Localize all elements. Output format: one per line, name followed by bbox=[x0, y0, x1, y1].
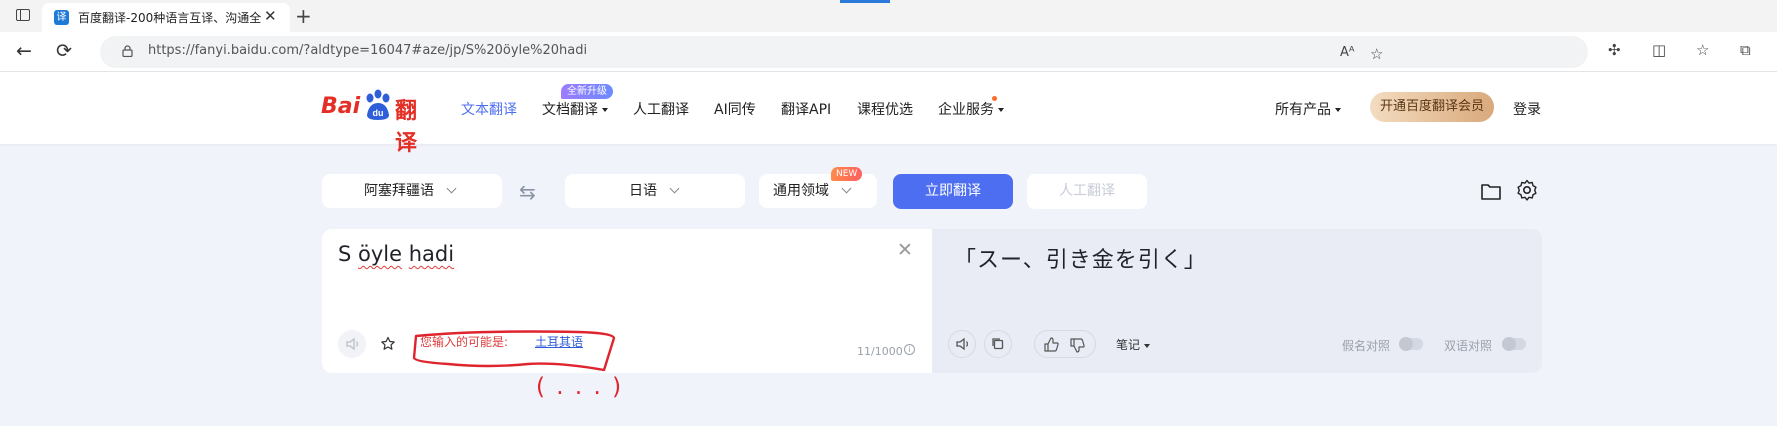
copy-icon bbox=[992, 338, 1004, 350]
nav-doc-translate[interactable]: 文档翻译 bbox=[542, 99, 608, 119]
thumbs-up-icon[interactable] bbox=[1043, 336, 1060, 353]
source-speaker-button[interactable] bbox=[338, 330, 366, 358]
tab-title: 百度翻译-200种语言互译、沟通全 bbox=[78, 11, 262, 25]
star-icon[interactable] bbox=[380, 336, 396, 352]
address-bar-row: ← ⟳ https://fanyi.baidu.com/?aldtype=160… bbox=[0, 32, 1777, 72]
nav-doc-translate-label: 文档翻译 bbox=[542, 102, 598, 118]
caret-down-icon bbox=[998, 108, 1004, 112]
nav-text-translate[interactable]: 文本翻译 bbox=[461, 99, 517, 119]
char-count: 11/1000 bbox=[857, 345, 903, 358]
chevron-down-icon bbox=[446, 183, 457, 194]
human-translate-button[interactable]: 人工翻译 bbox=[1027, 174, 1147, 209]
all-products-label: 所有产品 bbox=[1275, 102, 1331, 118]
speaker-icon bbox=[956, 337, 969, 351]
nav-enterprise-label: 企业服务 bbox=[938, 102, 994, 118]
source-text-input[interactable]: S öyle hadi bbox=[338, 242, 454, 266]
target-language-value: 日语 bbox=[629, 183, 657, 199]
target-speaker-button[interactable] bbox=[948, 330, 976, 358]
source-word: S bbox=[338, 242, 352, 266]
back-icon[interactable]: ← bbox=[16, 40, 32, 62]
red-annotation-drawing bbox=[412, 330, 616, 372]
nav-ai-interpret[interactable]: AI同传 bbox=[714, 99, 756, 119]
domain-value: 通用领域 bbox=[773, 183, 829, 199]
chevron-down-icon bbox=[669, 183, 680, 194]
address-bar[interactable]: https://fanyi.baidu.com/?aldtype=16047#a… bbox=[100, 36, 1588, 68]
favorite-add-icon[interactable]: ☆ bbox=[1370, 45, 1383, 63]
translation-output: 「スー、引き金を引く」 bbox=[954, 248, 1207, 273]
caret-down-icon bbox=[1335, 108, 1341, 112]
tab-actions-icon[interactable] bbox=[16, 9, 30, 21]
browser-tab[interactable]: 译 百度翻译-200种语言互译、沟通全 ✕ bbox=[42, 3, 290, 32]
logo-bai-text: Bai bbox=[321, 94, 361, 119]
source-language-select[interactable]: 阿塞拜疆语 bbox=[322, 174, 502, 208]
site-header: Bai du 翻译 文本翻译 全新升级 文档翻译 人工翻译 AI同传 翻译API… bbox=[0, 72, 1777, 156]
clear-input-icon[interactable]: ✕ bbox=[897, 239, 913, 261]
feedback-group bbox=[1034, 330, 1096, 358]
kana-toggle-label: 假名对照 bbox=[1342, 339, 1391, 353]
translate-now-button[interactable]: 立即翻译 bbox=[893, 174, 1013, 209]
chevron-down-icon bbox=[841, 183, 852, 194]
kana-toggle[interactable] bbox=[1399, 337, 1423, 351]
nav-enterprise[interactable]: 企业服务 bbox=[938, 99, 1004, 119]
caret-down-icon bbox=[1144, 343, 1151, 348]
split-screen-icon[interactable]: ◫ bbox=[1652, 41, 1666, 59]
vip-membership-button[interactable]: 开通百度翻译会员 bbox=[1370, 92, 1494, 122]
notes-menu[interactable]: 笔记 bbox=[1116, 336, 1151, 353]
source-word-misspelled: hadi bbox=[408, 242, 455, 266]
target-panel: 「スー、引き金を引く」 笔记 假名对照 双语对照 bbox=[932, 229, 1542, 373]
read-aloud-icon[interactable]: Aᴬ bbox=[1340, 45, 1355, 60]
settings-gear-icon[interactable] bbox=[1516, 179, 1538, 201]
nav-courses[interactable]: 课程优选 bbox=[857, 99, 913, 119]
browser-tab-bar: 译 百度翻译-200种语言互译、沟通全 ✕ + bbox=[0, 0, 1777, 32]
target-language-select[interactable]: 日语 bbox=[565, 174, 745, 208]
baidu-paw-icon: du bbox=[366, 89, 390, 120]
url-text[interactable]: https://fanyi.baidu.com/?aldtype=16047#a… bbox=[148, 43, 587, 58]
nav-translate-api[interactable]: 翻译API bbox=[781, 99, 831, 119]
login-link[interactable]: 登录 bbox=[1513, 99, 1541, 119]
logo-translate-text: 翻译 bbox=[395, 99, 418, 156]
copy-button[interactable] bbox=[984, 330, 1012, 358]
new-tab-icon[interactable]: + bbox=[295, 4, 312, 28]
thumbs-down-icon[interactable] bbox=[1069, 337, 1086, 354]
all-products-menu[interactable]: 所有产品 bbox=[1275, 99, 1341, 119]
bilingual-toggle-label: 双语对照 bbox=[1444, 339, 1493, 353]
lock-icon[interactable] bbox=[122, 45, 133, 57]
extensions-icon[interactable]: ✣ bbox=[1608, 41, 1621, 59]
nav-human-translate[interactable]: 人工翻译 bbox=[633, 99, 689, 119]
refresh-icon[interactable]: ⟳ bbox=[56, 40, 72, 62]
source-language-value: 阿塞拜疆语 bbox=[364, 183, 434, 199]
new-feature-badge: NEW bbox=[831, 167, 863, 181]
close-tab-icon[interactable]: ✕ bbox=[264, 7, 277, 25]
favorites-icon[interactable]: ☆ bbox=[1696, 41, 1709, 59]
annotation-ellipsis-text: ( . . . ) bbox=[536, 374, 624, 400]
logo-paw-text: du bbox=[373, 108, 384, 118]
doc-upgrade-badge: 全新升级 bbox=[561, 84, 613, 99]
bilingual-toggle[interactable] bbox=[1502, 337, 1526, 351]
swap-languages-icon[interactable]: ⇆ bbox=[519, 180, 536, 204]
notification-dot bbox=[992, 96, 997, 101]
info-icon[interactable]: i bbox=[904, 344, 915, 355]
collections-icon[interactable]: ⧉ bbox=[1740, 41, 1751, 59]
folder-icon[interactable] bbox=[1480, 180, 1502, 202]
caret-down-icon bbox=[602, 108, 608, 112]
source-word-misspelled: öyle bbox=[358, 242, 403, 266]
speaker-icon bbox=[346, 337, 359, 351]
window-accent-bar bbox=[840, 0, 890, 3]
baidu-translate-favicon-icon: 译 bbox=[54, 10, 69, 25]
notes-label: 笔记 bbox=[1116, 338, 1141, 352]
